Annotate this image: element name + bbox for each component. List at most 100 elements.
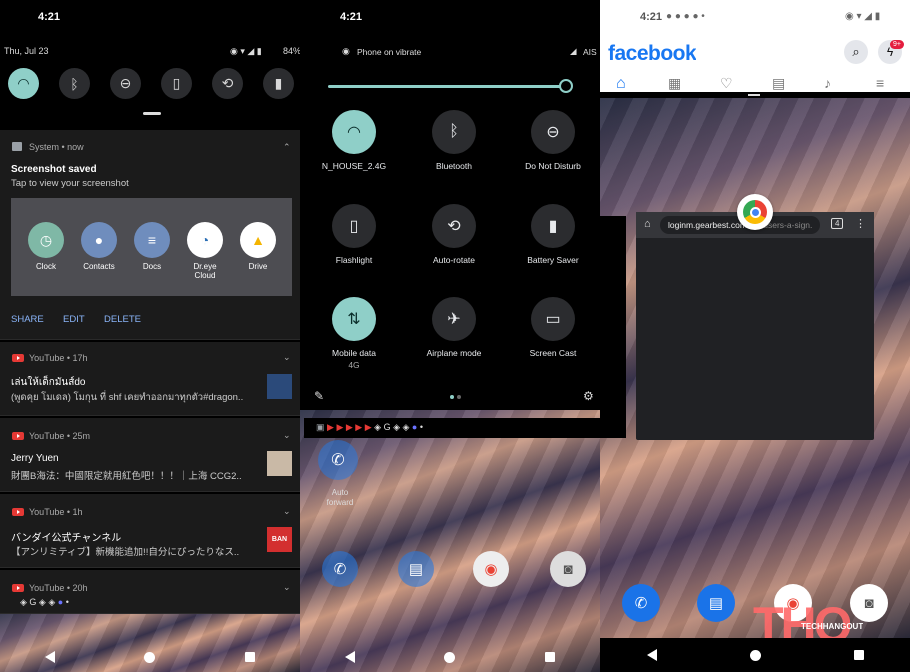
tile-mobile-data[interactable]: ⇅ xyxy=(332,297,376,341)
notifications-tab-icon[interactable]: ♪ xyxy=(824,75,831,91)
messages-dock-icon: ▤ xyxy=(398,551,434,587)
tile-dnd[interactable]: ⊖ xyxy=(531,110,575,154)
docs-app-icon: ≡ xyxy=(134,222,170,258)
chevron-down-icon[interactable]: ⌄ xyxy=(283,582,291,593)
nav-bar xyxy=(0,642,300,672)
phone-shortcut-icon: ✆ xyxy=(318,440,358,480)
screenshot-notification[interactable]: System • now ⌃ Screenshot saved Tap to v… xyxy=(0,130,300,340)
home-icon[interactable] xyxy=(444,651,456,663)
bluetooth-icon: ᛒ xyxy=(70,75,79,92)
menu-tab-icon[interactable]: ≡ xyxy=(876,75,884,91)
status-bar: 4:21 xyxy=(0,0,300,34)
chevron-down-icon[interactable]: ⌄ xyxy=(283,352,291,363)
back-icon[interactable] xyxy=(646,649,657,661)
notification-icons-row: ● ● ● ● • xyxy=(666,11,705,22)
back-icon[interactable] xyxy=(344,651,355,663)
divider-handle[interactable] xyxy=(748,94,760,96)
tile-label: N_HOUSE_2.4G xyxy=(321,161,387,171)
battery-percent: 84% xyxy=(283,46,300,56)
back-icon[interactable] xyxy=(44,651,55,663)
image-icon xyxy=(12,142,22,151)
tile-airplane[interactable]: ✈ xyxy=(432,297,476,341)
tile-label: Mobile data xyxy=(332,348,376,358)
chevron-down-icon[interactable]: ⌄ xyxy=(283,506,291,517)
notif-source: YouTube • 1h xyxy=(29,507,83,517)
clock-app-icon: ◷ xyxy=(28,222,64,258)
recents-icon[interactable] xyxy=(853,650,864,660)
home-icon[interactable] xyxy=(144,651,156,663)
status-bar: 4:21 ● ● ● ● • ◉ ▾ ◢ ▮ xyxy=(600,0,910,34)
chrome-logo xyxy=(743,200,767,224)
chevron-down-icon[interactable]: ⌄ xyxy=(283,430,291,441)
home-icon[interactable]: ⌂ xyxy=(644,218,651,230)
youtube-notification-3[interactable]: YouTube • 1h ⌄ バンダイ公式チャンネル 【アンリミティブ】新機能追… xyxy=(0,494,300,568)
drag-handle[interactable] xyxy=(143,112,161,115)
tile-label: Do Not Disturb xyxy=(525,161,581,171)
chevron-up-icon[interactable]: ⌃ xyxy=(283,142,291,153)
chrome-dock-icon[interactable]: ◉ xyxy=(774,584,812,622)
brightness-icon[interactable] xyxy=(559,79,573,93)
recents-icon[interactable] xyxy=(245,652,256,662)
phone-dock-icon[interactable]: ✆ xyxy=(622,584,660,622)
notif-body: (พูดคุย โมเดล) โมกุน ที่ shf เคยทำออกมาท… xyxy=(11,392,244,403)
battery-saver-toggle[interactable]: ▮ xyxy=(263,68,294,99)
flashlight-toggle[interactable]: ▯ xyxy=(161,68,192,99)
tab-count[interactable]: 4 xyxy=(831,218,844,229)
pages-tab-icon[interactable]: ▤ xyxy=(772,75,785,92)
brightness-slider[interactable] xyxy=(328,85,568,88)
notif-source: YouTube • 20h xyxy=(29,583,88,593)
marketplace-tab-icon[interactable]: ▦ xyxy=(668,75,681,92)
status-text: Phone on vibrate xyxy=(357,47,422,57)
edit-icon[interactable]: ✎ xyxy=(314,389,324,403)
collapsed-notification-bar[interactable]: ▣ ▶ ▶ ▶ ▶ ▶ ◈ G ◈ ◈ ● • xyxy=(304,418,600,438)
tile-label: Auto-rotate xyxy=(432,255,476,265)
tile-flashlight[interactable]: ▯ xyxy=(332,204,376,248)
wifi-toggle[interactable]: ◠ xyxy=(8,68,39,99)
camera-dock-icon: ◙ xyxy=(550,551,586,587)
chrome-icon[interactable] xyxy=(737,194,773,230)
bluetooth-toggle[interactable]: ᛒ xyxy=(59,68,90,99)
chrome-window[interactable]: ⌂ loginm.gearbest.com /m-users-a-sign. 4… xyxy=(636,212,874,440)
battery-saver-icon: ▮ xyxy=(548,218,558,235)
tile-rotate[interactable]: ⟲ xyxy=(432,204,476,248)
notif-source: YouTube • 17h xyxy=(29,353,88,363)
tile-battery-saver[interactable]: ▮ xyxy=(531,204,575,248)
screenshot-preview[interactable]: ◷ ● ≡ ◔ ▲ Clock Contacts Docs Dr.eye Clo… xyxy=(11,198,292,296)
dating-tab-icon[interactable]: ♡ xyxy=(720,75,733,92)
app-label-clock: Clock xyxy=(35,262,56,271)
messenger-badge: 9+ xyxy=(890,40,904,49)
rotate-icon: ⟲ xyxy=(447,218,461,235)
quick-settings-panel: ✆ Auto forward ✆ ▤ ◉ ◙ 4:21 ◉ Phone on v… xyxy=(300,0,600,672)
more-menu-icon[interactable]: ⋮ xyxy=(855,217,866,230)
dnd-icon: ⊖ xyxy=(546,124,560,141)
url-domain: loginm.gearbest.com xyxy=(668,220,747,230)
tile-wifi[interactable]: ◠ xyxy=(332,110,376,154)
tile-cast[interactable]: ▭ xyxy=(531,297,575,341)
home-icon[interactable] xyxy=(749,649,761,661)
notif-source: YouTube • 25m xyxy=(29,431,91,441)
home-tab-icon[interactable]: ⌂ xyxy=(616,75,626,92)
bluetooth-icon: ᛒ xyxy=(449,123,459,140)
dnd-toggle[interactable]: ⊖ xyxy=(110,68,141,99)
edit-button[interactable]: EDIT xyxy=(63,314,85,325)
share-button[interactable]: SHARE xyxy=(11,314,44,325)
cast-icon: ▭ xyxy=(545,311,561,328)
youtube-notification-1[interactable]: YouTube • 17h ⌄ เล่นให้เด็กมันส์do (พูดค… xyxy=(0,342,300,416)
avatar xyxy=(267,451,292,476)
youtube-notification-2[interactable]: YouTube • 25m ⌄ Jerry Yuen 財團B海法：中國限定就用紅… xyxy=(0,418,300,492)
settings-icon[interactable]: ⚙ xyxy=(583,389,594,403)
youtube-notification-4[interactable]: YouTube • 20h ⌄ ◈ G ◈ ◈ ● • xyxy=(0,570,300,614)
youtube-icon xyxy=(12,432,24,440)
video-thumbnail xyxy=(267,374,292,399)
dnd-icon: ⊖ xyxy=(119,75,132,91)
camera-dock-icon[interactable]: ◙ xyxy=(850,584,888,622)
flashlight-icon: ▯ xyxy=(349,218,359,235)
bandai-logo: BAN xyxy=(267,527,292,552)
recents-icon[interactable] xyxy=(545,652,556,662)
rotate-toggle[interactable]: ⟲ xyxy=(212,68,243,99)
delete-button[interactable]: DELETE xyxy=(104,314,141,325)
tile-bluetooth[interactable]: ᛒ xyxy=(432,110,476,154)
search-icon[interactable]: ⌕ xyxy=(844,40,868,64)
notif-body: 財團B海法：中國限定就用紅色吧！！！｜上海 CCG2.. xyxy=(11,471,242,482)
messages-dock-icon[interactable]: ▤ xyxy=(697,584,735,622)
